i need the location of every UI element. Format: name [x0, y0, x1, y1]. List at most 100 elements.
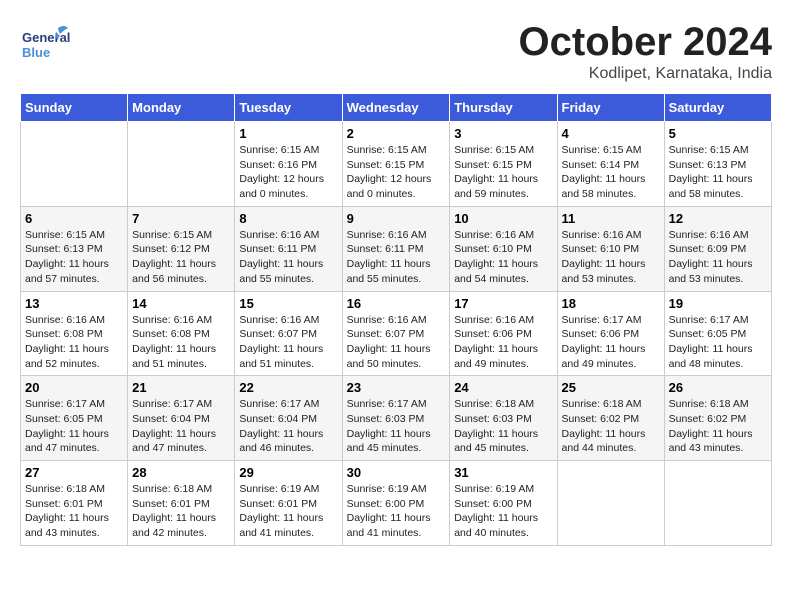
day-number: 13: [25, 296, 123, 311]
month-title: October 2024: [519, 20, 772, 65]
calendar-cell: 2 Sunrise: 6:15 AM Sunset: 6:15 PM Daylig…: [342, 122, 450, 207]
day-info: Sunrise: 6:18 AM Sunset: 6:02 PM Dayligh…: [669, 397, 767, 456]
day-info: Sunrise: 6:18 AM Sunset: 6:01 PM Dayligh…: [132, 482, 230, 541]
day-number: 11: [562, 211, 660, 226]
calendar-week-row: 27 Sunrise: 6:18 AM Sunset: 6:01 PM Dayli…: [21, 461, 772, 546]
calendar-cell: 27 Sunrise: 6:18 AM Sunset: 6:01 PM Dayli…: [21, 461, 128, 546]
title-block: October 2024 Kodlipet, Karnataka, India: [519, 20, 772, 83]
calendar-cell: [21, 122, 128, 207]
weekday-header: Monday: [128, 94, 235, 122]
day-number: 21: [132, 380, 230, 395]
weekday-header: Saturday: [664, 94, 771, 122]
day-info: Sunrise: 6:19 AM Sunset: 6:01 PM Dayligh…: [239, 482, 337, 541]
day-number: 28: [132, 465, 230, 480]
svg-text:General: General: [22, 30, 70, 45]
day-number: 9: [347, 211, 446, 226]
day-info: Sunrise: 6:17 AM Sunset: 6:05 PM Dayligh…: [669, 313, 767, 372]
day-number: 15: [239, 296, 337, 311]
calendar-cell: 25 Sunrise: 6:18 AM Sunset: 6:02 PM Dayli…: [557, 376, 664, 461]
day-number: 26: [669, 380, 767, 395]
day-info: Sunrise: 6:15 AM Sunset: 6:12 PM Dayligh…: [132, 228, 230, 287]
day-info: Sunrise: 6:15 AM Sunset: 6:13 PM Dayligh…: [25, 228, 123, 287]
day-number: 6: [25, 211, 123, 226]
day-number: 12: [669, 211, 767, 226]
calendar-cell: 5Sunrise: 6:15 AM Sunset: 6:13 PM Daylig…: [664, 122, 771, 207]
day-number: 31: [454, 465, 552, 480]
day-number: 25: [562, 380, 660, 395]
day-number: 3: [454, 126, 552, 141]
weekday-header: Thursday: [450, 94, 557, 122]
calendar-cell: 13 Sunrise: 6:16 AM Sunset: 6:08 PM Dayli…: [21, 291, 128, 376]
day-number: 18: [562, 296, 660, 311]
calendar-cell: 23 Sunrise: 6:17 AM Sunset: 6:03 PM Dayli…: [342, 376, 450, 461]
day-info: Sunrise: 6:16 AM Sunset: 6:10 PM Dayligh…: [454, 228, 552, 287]
day-number: 19: [669, 296, 767, 311]
svg-text:Blue: Blue: [22, 45, 50, 60]
calendar-cell: 14Sunrise: 6:16 AM Sunset: 6:08 PM Dayli…: [128, 291, 235, 376]
day-number: 23: [347, 380, 446, 395]
day-number: 10: [454, 211, 552, 226]
calendar-cell: 26 Sunrise: 6:18 AM Sunset: 6:02 PM Dayli…: [664, 376, 771, 461]
calendar-cell: 3 Sunrise: 6:15 AM Sunset: 6:15 PM Daylig…: [450, 122, 557, 207]
day-info: Sunrise: 6:17 AM Sunset: 6:03 PM Dayligh…: [347, 397, 446, 456]
weekday-header-row: SundayMondayTuesdayWednesdayThursdayFrid…: [21, 94, 772, 122]
calendar-cell: 6 Sunrise: 6:15 AM Sunset: 6:13 PM Daylig…: [21, 206, 128, 291]
day-number: 4: [562, 126, 660, 141]
day-number: 1: [239, 126, 337, 141]
calendar-week-row: 1 Sunrise: 6:15 AM Sunset: 6:16 PM Daylig…: [21, 122, 772, 207]
day-info: Sunrise: 6:18 AM Sunset: 6:02 PM Dayligh…: [562, 397, 660, 456]
location: Kodlipet, Karnataka, India: [519, 65, 772, 83]
calendar-cell: 16 Sunrise: 6:16 AM Sunset: 6:07 PM Dayli…: [342, 291, 450, 376]
day-info: Sunrise: 6:15 AM Sunset: 6:16 PM Dayligh…: [239, 143, 337, 202]
day-info: Sunrise: 6:16 AM Sunset: 6:07 PM Dayligh…: [239, 313, 337, 372]
calendar-cell: 4 Sunrise: 6:15 AM Sunset: 6:14 PM Daylig…: [557, 122, 664, 207]
calendar-cell: 15 Sunrise: 6:16 AM Sunset: 6:07 PM Dayli…: [235, 291, 342, 376]
day-info: Sunrise: 6:16 AM Sunset: 6:11 PM Dayligh…: [239, 228, 337, 287]
day-info: Sunrise: 6:16 AM Sunset: 6:07 PM Dayligh…: [347, 313, 446, 372]
day-number: 2: [347, 126, 446, 141]
calendar-cell: 20 Sunrise: 6:17 AM Sunset: 6:05 PM Dayli…: [21, 376, 128, 461]
day-info: Sunrise: 6:15 AM Sunset: 6:15 PM Dayligh…: [454, 143, 552, 202]
day-number: 29: [239, 465, 337, 480]
day-number: 20: [25, 380, 123, 395]
weekday-header: Tuesday: [235, 94, 342, 122]
calendar-table: SundayMondayTuesdayWednesdayThursdayFrid…: [20, 93, 772, 546]
calendar-cell: 29 Sunrise: 6:19 AM Sunset: 6:01 PM Dayli…: [235, 461, 342, 546]
calendar-cell: 7 Sunrise: 6:15 AM Sunset: 6:12 PM Daylig…: [128, 206, 235, 291]
day-number: 14: [132, 296, 230, 311]
day-info: Sunrise: 6:18 AM Sunset: 6:01 PM Dayligh…: [25, 482, 123, 541]
day-info: Sunrise: 6:17 AM Sunset: 6:04 PM Dayligh…: [239, 397, 337, 456]
day-info: Sunrise: 6:17 AM Sunset: 6:05 PM Dayligh…: [25, 397, 123, 456]
day-number: 24: [454, 380, 552, 395]
weekday-header: Wednesday: [342, 94, 450, 122]
day-number: 7: [132, 211, 230, 226]
calendar-cell: [557, 461, 664, 546]
day-number: 30: [347, 465, 446, 480]
calendar-cell: 11Sunrise: 6:16 AM Sunset: 6:10 PM Dayli…: [557, 206, 664, 291]
day-info: Sunrise: 6:19 AM Sunset: 6:00 PM Dayligh…: [454, 482, 552, 541]
day-info: Sunrise: 6:16 AM Sunset: 6:08 PM Dayligh…: [25, 313, 123, 372]
logo: General Blue: [20, 20, 70, 70]
calendar-cell: 31 Sunrise: 6:19 AM Sunset: 6:00 PM Dayli…: [450, 461, 557, 546]
calendar-cell: 18Sunrise: 6:17 AM Sunset: 6:06 PM Dayli…: [557, 291, 664, 376]
calendar-cell: 30 Sunrise: 6:19 AM Sunset: 6:00 PM Dayli…: [342, 461, 450, 546]
day-info: Sunrise: 6:16 AM Sunset: 6:06 PM Dayligh…: [454, 313, 552, 372]
weekday-header: Friday: [557, 94, 664, 122]
logo-icon: General Blue: [20, 20, 70, 70]
day-info: Sunrise: 6:15 AM Sunset: 6:14 PM Dayligh…: [562, 143, 660, 202]
calendar-cell: 17Sunrise: 6:16 AM Sunset: 6:06 PM Dayli…: [450, 291, 557, 376]
day-number: 22: [239, 380, 337, 395]
calendar-cell: 12Sunrise: 6:16 AM Sunset: 6:09 PM Dayli…: [664, 206, 771, 291]
day-number: 27: [25, 465, 123, 480]
calendar-week-row: 20 Sunrise: 6:17 AM Sunset: 6:05 PM Dayli…: [21, 376, 772, 461]
calendar-cell: 10 Sunrise: 6:16 AM Sunset: 6:10 PM Dayli…: [450, 206, 557, 291]
calendar-week-row: 13 Sunrise: 6:16 AM Sunset: 6:08 PM Dayli…: [21, 291, 772, 376]
day-number: 16: [347, 296, 446, 311]
calendar-cell: 9Sunrise: 6:16 AM Sunset: 6:11 PM Daylig…: [342, 206, 450, 291]
day-info: Sunrise: 6:17 AM Sunset: 6:04 PM Dayligh…: [132, 397, 230, 456]
calendar-cell: 8Sunrise: 6:16 AM Sunset: 6:11 PM Daylig…: [235, 206, 342, 291]
weekday-header: Sunday: [21, 94, 128, 122]
day-info: Sunrise: 6:15 AM Sunset: 6:15 PM Dayligh…: [347, 143, 446, 202]
day-info: Sunrise: 6:18 AM Sunset: 6:03 PM Dayligh…: [454, 397, 552, 456]
day-info: Sunrise: 6:19 AM Sunset: 6:00 PM Dayligh…: [347, 482, 446, 541]
